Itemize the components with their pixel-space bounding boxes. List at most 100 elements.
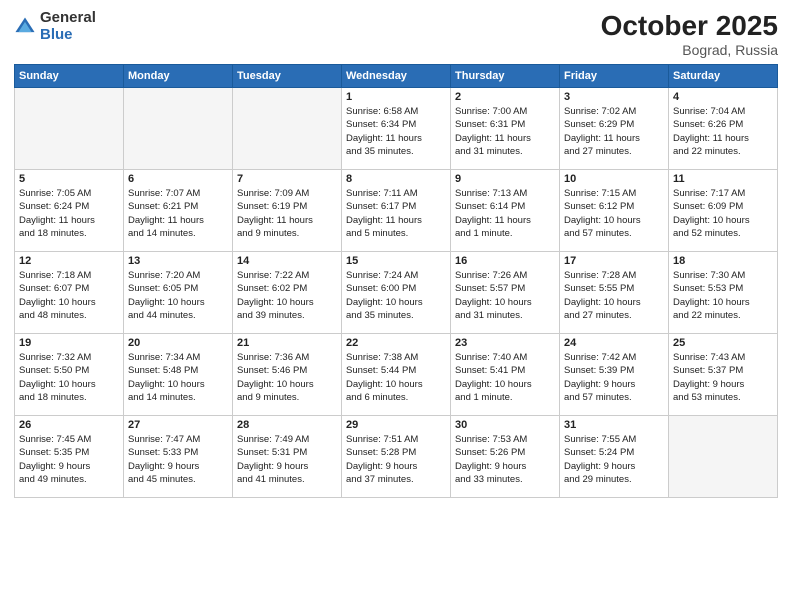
day-info-line: Daylight: 10 hours	[346, 296, 446, 309]
day-info: Sunrise: 7:13 AMSunset: 6:14 PMDaylight:…	[455, 187, 555, 240]
calendar-cell	[15, 88, 124, 170]
day-info: Sunrise: 7:24 AMSunset: 6:00 PMDaylight:…	[346, 269, 446, 322]
day-info-line: Sunrise: 7:20 AM	[128, 269, 228, 282]
calendar-cell: 14Sunrise: 7:22 AMSunset: 6:02 PMDayligh…	[233, 252, 342, 334]
day-info: Sunrise: 7:04 AMSunset: 6:26 PMDaylight:…	[673, 105, 773, 158]
calendar-cell: 13Sunrise: 7:20 AMSunset: 6:05 PMDayligh…	[124, 252, 233, 334]
day-info-line: and 31 minutes.	[455, 145, 555, 158]
day-number: 8	[346, 173, 446, 185]
day-number: 4	[673, 91, 773, 103]
day-info-line: Sunset: 5:31 PM	[237, 446, 337, 459]
day-number: 1	[346, 91, 446, 103]
calendar-cell: 20Sunrise: 7:34 AMSunset: 5:48 PMDayligh…	[124, 334, 233, 416]
day-info-line: Sunset: 6:34 PM	[346, 118, 446, 131]
calendar-cell: 28Sunrise: 7:49 AMSunset: 5:31 PMDayligh…	[233, 416, 342, 498]
calendar-week-4: 19Sunrise: 7:32 AMSunset: 5:50 PMDayligh…	[15, 334, 778, 416]
day-info-line: Daylight: 11 hours	[673, 132, 773, 145]
day-info-line: and 37 minutes.	[346, 473, 446, 486]
day-info-line: Sunset: 6:21 PM	[128, 200, 228, 213]
calendar-cell: 12Sunrise: 7:18 AMSunset: 6:07 PMDayligh…	[15, 252, 124, 334]
day-info-line: and 49 minutes.	[19, 473, 119, 486]
day-info-line: Sunrise: 7:36 AM	[237, 351, 337, 364]
calendar-cell: 21Sunrise: 7:36 AMSunset: 5:46 PMDayligh…	[233, 334, 342, 416]
day-info-line: and 9 minutes.	[237, 227, 337, 240]
day-info-line: Sunset: 6:05 PM	[128, 282, 228, 295]
day-info-line: and 14 minutes.	[128, 227, 228, 240]
day-info-line: and 27 minutes.	[564, 145, 664, 158]
title-block: October 2025 Bograd, Russia	[601, 10, 778, 58]
day-info-line: Daylight: 10 hours	[237, 378, 337, 391]
day-info-line: and 44 minutes.	[128, 309, 228, 322]
day-info-line: Sunrise: 7:40 AM	[455, 351, 555, 364]
day-info-line: Sunrise: 7:43 AM	[673, 351, 773, 364]
day-info-line: Sunset: 6:24 PM	[19, 200, 119, 213]
day-number: 16	[455, 255, 555, 267]
day-number: 20	[128, 337, 228, 349]
day-info-line: Sunset: 5:39 PM	[564, 364, 664, 377]
day-info-line: Sunrise: 7:51 AM	[346, 433, 446, 446]
day-info: Sunrise: 7:17 AMSunset: 6:09 PMDaylight:…	[673, 187, 773, 240]
logo-general: General	[40, 10, 96, 27]
day-info-line: Daylight: 10 hours	[128, 296, 228, 309]
day-info: Sunrise: 7:55 AMSunset: 5:24 PMDaylight:…	[564, 433, 664, 486]
day-info-line: Daylight: 10 hours	[237, 296, 337, 309]
header-row: Sunday Monday Tuesday Wednesday Thursday…	[15, 65, 778, 88]
calendar-week-1: 1Sunrise: 6:58 AMSunset: 6:34 PMDaylight…	[15, 88, 778, 170]
day-info: Sunrise: 7:42 AMSunset: 5:39 PMDaylight:…	[564, 351, 664, 404]
day-info-line: Daylight: 11 hours	[237, 214, 337, 227]
day-info-line: and 57 minutes.	[564, 227, 664, 240]
col-saturday: Saturday	[669, 65, 778, 88]
day-number: 19	[19, 337, 119, 349]
day-info-line: Daylight: 10 hours	[673, 214, 773, 227]
day-info-line: Daylight: 11 hours	[455, 214, 555, 227]
calendar-cell: 29 Sunrise: 7:51 AMSunset: 5:28 PMDayligh…	[342, 416, 451, 498]
day-info-line: Sunrise: 7:00 AM	[455, 105, 555, 118]
calendar-cell: 1Sunrise: 6:58 AMSunset: 6:34 PMDaylight…	[342, 88, 451, 170]
logo-blue: Blue	[40, 27, 96, 44]
day-info: Sunrise: 7:20 AMSunset: 6:05 PMDaylight:…	[128, 269, 228, 322]
day-info-line: Sunset: 5:35 PM	[19, 446, 119, 459]
day-number: 9	[455, 173, 555, 185]
calendar-container: General Blue October 2025 Bograd, Russia…	[0, 0, 792, 612]
day-number: 24	[564, 337, 664, 349]
day-number: 29	[346, 419, 446, 431]
col-sunday: Sunday	[15, 65, 124, 88]
day-info-line: Sunrise: 7:26 AM	[455, 269, 555, 282]
day-number: 18	[673, 255, 773, 267]
day-info-line: and 18 minutes.	[19, 227, 119, 240]
day-info-line: Daylight: 10 hours	[128, 378, 228, 391]
day-info: Sunrise: 7:49 AMSunset: 5:31 PMDaylight:…	[237, 433, 337, 486]
day-info: Sunrise: 7:53 AMSunset: 5:26 PMDaylight:…	[455, 433, 555, 486]
day-info-line: and 33 minutes.	[455, 473, 555, 486]
day-info-line: Daylight: 11 hours	[128, 214, 228, 227]
calendar-cell: 3Sunrise: 7:02 AMSunset: 6:29 PMDaylight…	[560, 88, 669, 170]
calendar-cell: 8Sunrise: 7:11 AMSunset: 6:17 PMDaylight…	[342, 170, 451, 252]
calendar-cell	[233, 88, 342, 170]
calendar-cell: 7Sunrise: 7:09 AMSunset: 6:19 PMDaylight…	[233, 170, 342, 252]
day-info-line: and 27 minutes.	[564, 309, 664, 322]
day-info: Sunrise: 7:51 AMSunset: 5:28 PMDaylight:…	[346, 433, 446, 486]
day-info-line: Sunset: 6:19 PM	[237, 200, 337, 213]
day-info-line: Sunset: 5:57 PM	[455, 282, 555, 295]
day-info-line: Sunrise: 7:02 AM	[564, 105, 664, 118]
day-info-line: Daylight: 10 hours	[673, 296, 773, 309]
day-info-line: and 41 minutes.	[237, 473, 337, 486]
day-info-line: and 18 minutes.	[19, 391, 119, 404]
day-info-line: Sunrise: 7:18 AM	[19, 269, 119, 282]
logo: General Blue	[14, 10, 96, 43]
calendar-week-5: 26Sunrise: 7:45 AMSunset: 5:35 PMDayligh…	[15, 416, 778, 498]
day-info-line: Sunrise: 7:42 AM	[564, 351, 664, 364]
day-info-line: Daylight: 10 hours	[564, 214, 664, 227]
day-info-line: and 1 minute.	[455, 391, 555, 404]
day-info-line: Sunrise: 7:32 AM	[19, 351, 119, 364]
day-info-line: and 6 minutes.	[346, 391, 446, 404]
calendar-cell	[669, 416, 778, 498]
calendar-cell: 22Sunrise: 7:38 AMSunset: 5:44 PMDayligh…	[342, 334, 451, 416]
day-info: Sunrise: 7:05 AMSunset: 6:24 PMDaylight:…	[19, 187, 119, 240]
calendar-cell: 17Sunrise: 7:28 AMSunset: 5:55 PMDayligh…	[560, 252, 669, 334]
day-info: Sunrise: 7:02 AMSunset: 6:29 PMDaylight:…	[564, 105, 664, 158]
day-info-line: and 9 minutes.	[237, 391, 337, 404]
day-info-line: Daylight: 11 hours	[346, 132, 446, 145]
day-info: Sunrise: 7:00 AMSunset: 6:31 PMDaylight:…	[455, 105, 555, 158]
day-info: Sunrise: 7:43 AMSunset: 5:37 PMDaylight:…	[673, 351, 773, 404]
